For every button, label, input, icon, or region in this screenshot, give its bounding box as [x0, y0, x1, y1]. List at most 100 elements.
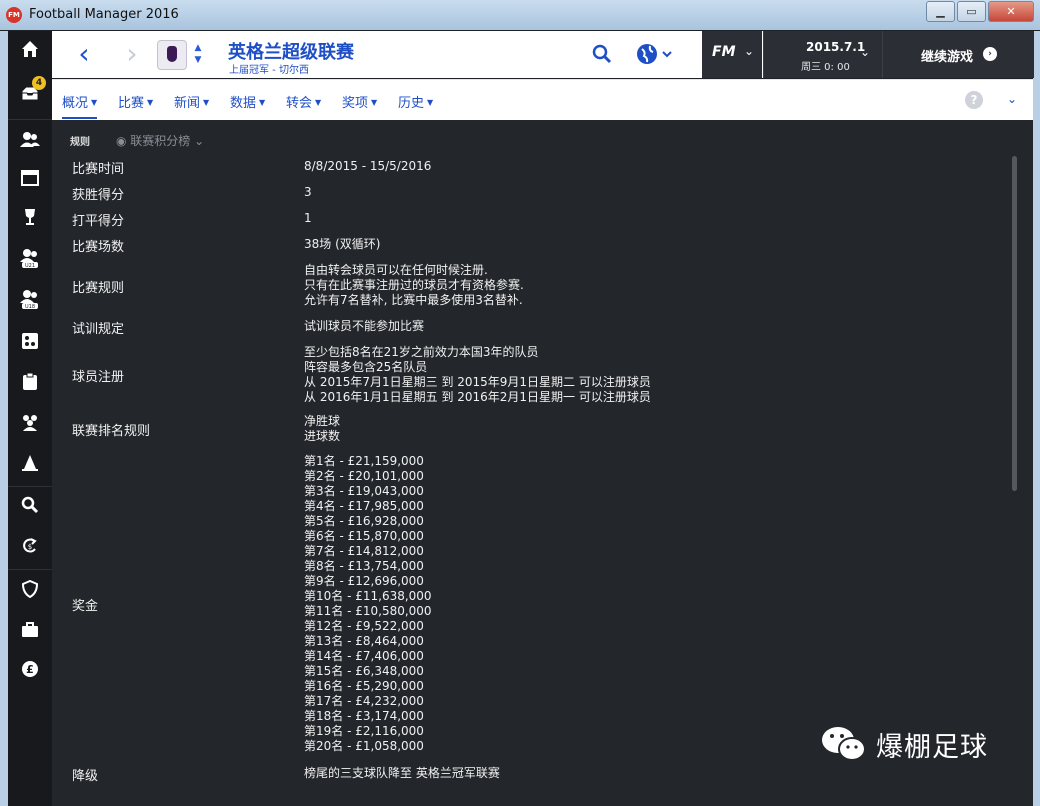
svg-text:£: £: [26, 663, 34, 676]
maximize-button[interactable]: ▭: [957, 1, 986, 22]
rules-panel: 规则 ◉ 联赛积分榜 ⌄ 比赛时间 8/8/2015 - 15/5/2016 获胜得…: [52, 120, 1033, 806]
chevron-down-icon: ▼: [371, 98, 378, 107]
sidebar-item-inbox[interactable]: 4: [8, 75, 52, 111]
competition-switcher[interactable]: ▲ ▼: [192, 42, 204, 66]
continue-button[interactable]: 继续游戏 ›: [882, 31, 1034, 78]
rule-value-line: 第16名 - £5,290,000: [304, 679, 424, 693]
sidebar-item-club[interactable]: [8, 571, 52, 607]
sidebar-item-competitions[interactable]: [8, 199, 52, 235]
search-icon: [592, 44, 612, 64]
clipboard-icon: [23, 373, 37, 390]
sidebar-item-finances[interactable]: £: [8, 651, 52, 687]
tab-overview[interactable]: 概况 ▼: [62, 92, 98, 119]
calendar-icon: [21, 170, 39, 186]
minimize-button[interactable]: ▁: [926, 1, 955, 22]
sidebar-item-home[interactable]: [8, 31, 52, 67]
app-window: FM Football Manager 2016 ▁ ▭ ✕ 4 U21 U18…: [0, 0, 1040, 806]
rule-value-line: 第12名 - £9,522,000: [304, 619, 424, 633]
squad-icon: [20, 132, 40, 147]
sidebar-item-schedule[interactable]: [8, 160, 52, 196]
sidebar-item-staff[interactable]: [8, 404, 52, 440]
date-button[interactable]: 2015.7.1 周三 0: 00 ⌄: [763, 31, 882, 78]
window-titlebar[interactable]: FM Football Manager 2016 ▁ ▭ ✕: [0, 0, 1040, 30]
sidebar-item-search[interactable]: [8, 487, 52, 523]
rule-value-line: 第14名 - £7,406,000: [304, 649, 424, 663]
transfer-icon: $: [23, 538, 37, 553]
sidebar-item-u18[interactable]: U18: [8, 281, 52, 317]
sidebar-item-training[interactable]: [8, 445, 52, 481]
window-controls: ▁ ▭ ✕: [926, 1, 1034, 22]
back-button[interactable]: ‹: [70, 40, 98, 68]
fm-logo: FM: [712, 44, 736, 60]
sidebar-item-dynamics[interactable]: [8, 364, 52, 400]
help-icon[interactable]: ?: [965, 91, 983, 109]
tab-news[interactable]: 新闻 ▼: [174, 92, 209, 111]
close-button[interactable]: ✕: [988, 1, 1034, 22]
rule-value-line: 第19名 - £2,116,000: [304, 724, 424, 738]
tab-bar: 概况 ▼ 比赛 ▼ 新闻 ▼ 数据 ▼ 转会 ▼ 奖项 ▼ 历史 ▼ ? ⌄: [52, 79, 1033, 120]
chevron-down-icon[interactable]: ⌄: [1007, 92, 1017, 106]
watermark-text: 爆棚足球: [876, 731, 988, 763]
rule-value-line: 第9名 - £12,696,000: [304, 574, 424, 588]
rule-value: 1: [304, 211, 312, 226]
rule-value-line: 至少包括8名在21岁之前效力本国3年的队员: [304, 345, 539, 359]
tab-label: 概况: [62, 96, 89, 111]
rule-value-line: 第3名 - £19,043,000: [304, 484, 424, 498]
standings-label: 联赛积分榜: [130, 134, 191, 148]
chevron-up-icon: ▲: [194, 43, 202, 53]
rule-value-line: 第13名 - £8,464,000: [304, 634, 424, 648]
standings-tab[interactable]: ◉ 联赛积分榜 ⌄: [116, 132, 204, 149]
rule-value-line: 自由转会球员可以在任何时候注册.: [304, 263, 488, 277]
section-label: 规则: [70, 137, 90, 148]
rule-value: 第1名 - £21,159,000 第2名 - £20,101,000 第3名 - …: [304, 454, 432, 754]
chevron-down-icon: ▼: [203, 98, 210, 107]
rule-value-line: 第4名 - £17,985,000: [304, 499, 424, 513]
rule-value-line: 第11名 - £10,580,000: [304, 604, 432, 618]
rule-label: 奖金: [72, 599, 99, 614]
rule-value-line: 第18名 - £3,174,000: [304, 709, 424, 723]
rule-value-line: 第8名 - £13,754,000: [304, 559, 424, 573]
shield-icon: [22, 580, 38, 598]
rule-label: 联赛排名规则: [72, 424, 151, 439]
fm-menu-button[interactable]: FM ⌄: [702, 31, 762, 78]
sidebar-item-squad[interactable]: [8, 121, 52, 157]
globe-menu-button[interactable]: [636, 42, 674, 70]
rule-value-line: 第20名 - £1,058,000: [304, 739, 424, 753]
cone-icon: [22, 455, 38, 471]
eye-icon: ◉: [116, 134, 131, 148]
rule-value-line: 从 2016年1月1日星期五 到 2016年2月1日星期一 可以注册球员: [304, 390, 651, 404]
forward-button[interactable]: ›: [118, 40, 146, 68]
search-button[interactable]: [592, 44, 612, 68]
sidebar-item-tactics[interactable]: [8, 323, 52, 359]
continue-label: 继续游戏: [921, 50, 974, 65]
sidebar-item-u21[interactable]: U21: [8, 240, 52, 276]
scrollbar[interactable]: [1012, 156, 1017, 491]
sidebar-item-transfers[interactable]: $: [8, 528, 52, 564]
rule-value-line: 第7名 - £14,812,000: [304, 544, 424, 558]
rule-label: 打平得分: [72, 213, 125, 229]
svg-text:$: $: [28, 543, 32, 551]
sidebar-item-manager[interactable]: [8, 612, 52, 648]
trophy-icon: [25, 209, 35, 225]
tab-history[interactable]: 历史 ▼: [398, 92, 433, 111]
rule-value-line: 第6名 - £15,870,000: [304, 529, 424, 543]
briefcase-icon: [22, 622, 38, 637]
rule-value-line: 第10名 - £11,638,000: [304, 589, 432, 603]
tab-matches[interactable]: 比赛 ▼: [118, 92, 153, 111]
home-icon: [22, 41, 38, 57]
rule-value: 8/8/2015 - 15/5/2016: [304, 159, 431, 174]
tab-awards[interactable]: 奖项 ▼: [342, 92, 377, 111]
sidebar-divider: [8, 119, 52, 120]
window-title: Football Manager 2016: [29, 7, 179, 22]
rule-value-line: 只有在此赛事注册过的球员才有资格参赛.: [304, 278, 524, 292]
game-date: 2015.7.1: [806, 40, 866, 54]
rule-label: 比赛时间: [72, 161, 125, 177]
sidebar-divider: [8, 569, 52, 570]
chevron-down-icon: ⌄: [744, 44, 755, 58]
tab-transfers[interactable]: 转会 ▼: [286, 92, 321, 111]
u21-squad-icon: U21: [20, 249, 38, 269]
chevron-down-icon: ▼: [194, 55, 202, 65]
rule-value-line: 从 2015年7月1日星期三 到 2015年9月1日星期二 可以注册球员: [304, 375, 651, 389]
tab-stats[interactable]: 数据 ▼: [230, 92, 265, 111]
tactics-icon: [22, 333, 38, 349]
